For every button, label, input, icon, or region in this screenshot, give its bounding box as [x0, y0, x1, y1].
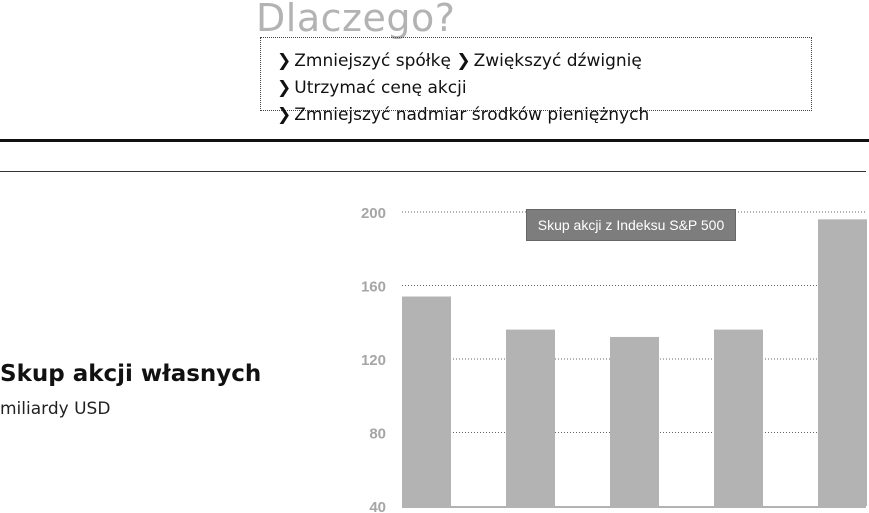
chart-legend: Skup akcji z Indeksu S&P 500	[526, 209, 736, 241]
bar-chart: 200 160 120 80 40	[361, 205, 867, 513]
legend-label: Skup akcji z Indeksu S&P 500	[537, 217, 725, 233]
bar-4	[714, 329, 763, 506]
bar-1	[402, 296, 451, 506]
y-tick-label: 80	[369, 426, 386, 443]
x-axis-baseline	[402, 506, 866, 508]
bar-3	[610, 336, 659, 506]
y-tick-label: 200	[361, 205, 386, 222]
y-tick-label: 160	[361, 279, 386, 296]
y-tick-label: 120	[361, 352, 386, 369]
bar-2	[506, 329, 555, 506]
bar-5	[818, 219, 867, 506]
y-tick-label: 40	[369, 499, 386, 513]
